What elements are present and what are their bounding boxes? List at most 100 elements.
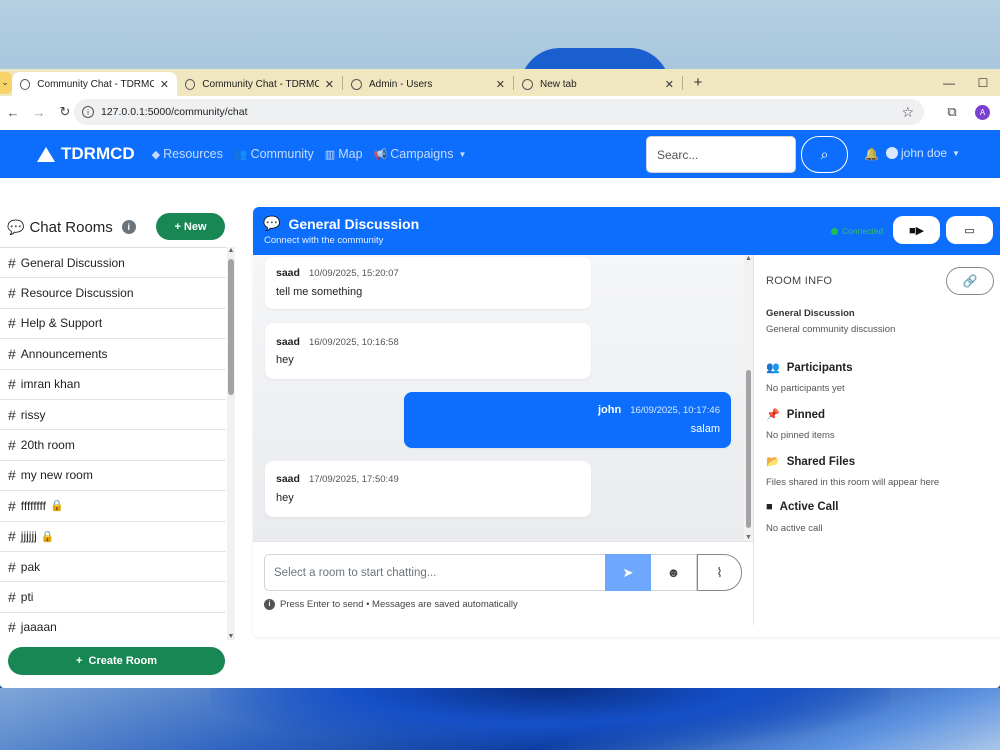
close-tab-icon[interactable]: ✕ — [490, 78, 505, 91]
nav-link-map[interactable]: ▥ Map — [325, 147, 363, 161]
send-button[interactable]: ➤ — [605, 554, 651, 591]
sidebar-room-item[interactable]: #20th room — [0, 430, 226, 461]
composer-hint: i Press Enter to send • Messages are sav… — [264, 599, 518, 610]
sidebar-title: Chat Rooms — [29, 218, 113, 236]
create-room-button[interactable]: + Create Room — [8, 647, 225, 675]
emoji-button[interactable]: ☻ — [651, 554, 697, 591]
sidebar-room-item[interactable]: # rissy — [0, 400, 226, 431]
brand-logo[interactable]: TDRMCD — [37, 144, 135, 164]
search-input[interactable]: Searc... — [646, 136, 796, 173]
back-arrow-icon[interactable]: ← — [0, 105, 26, 120]
maximize-icon[interactable]: ☐ — [966, 76, 1000, 90]
message-item-own: john 16/09/2025, 10:17:46 salam — [404, 392, 731, 448]
forward-arrow-icon[interactable]: → — [26, 105, 52, 120]
room-name: pak — [20, 559, 41, 574]
message-list[interactable]: saad 10/09/2025, 15:20:07 tell me someth… — [253, 255, 745, 541]
tab-search-chevron-icon[interactable]: ⌄ — [0, 71, 12, 94]
scroll-down-icon[interactable]: ▼ — [227, 633, 235, 640]
message-text: tell me something — [276, 286, 363, 298]
attach-file-button[interactable]: ⌇ — [697, 554, 742, 591]
message-item: saad 16/09/2025, 10:16:58 hey — [265, 323, 591, 379]
new-tab-plus-icon[interactable]: + — [687, 72, 709, 94]
room-info-title: ROOM INFO — [766, 275, 833, 287]
pinned-heading: 📌 Pinned — [766, 408, 825, 422]
room-list[interactable]: # General Discussion # Resource Discussion #… — [0, 247, 226, 640]
sidebar-room-item[interactable]: # Resource Discussion — [0, 278, 226, 309]
room-name: jjjjjj — [20, 529, 37, 544]
active-call-value: No active call — [766, 523, 823, 534]
sidebar-room-item[interactable]: # imran khan — [0, 370, 226, 400]
sidebar-room-item[interactable]: # pak — [0, 552, 226, 583]
scroll-up-icon[interactable]: ▲ — [227, 247, 235, 254]
sidebar-room-item[interactable]: # Help & Support — [0, 309, 226, 340]
nav-link-label: Resources — [163, 147, 223, 161]
sidebar-room-item[interactable]: # jaaaan — [0, 613, 226, 640]
hashtag-icon: # — [8, 285, 16, 302]
video-call-button[interactable]: ■▶ — [893, 216, 940, 244]
message-text: hey — [276, 354, 294, 366]
sidebar-room-item[interactable]: # my new room — [0, 461, 226, 492]
participants-heading: 👥 Participants — [766, 361, 853, 375]
sidebar-room-item[interactable]: # Announcements — [0, 339, 226, 370]
sidebar-room-item[interactable]: # pti — [0, 582, 226, 613]
caret-down-icon: ▼ — [458, 149, 467, 159]
message-input[interactable]: Select a room to start chatting... — [264, 554, 605, 591]
sidebar-room-item[interactable]: # ffffffff 🔒 — [0, 491, 226, 522]
close-tab-icon[interactable]: ✕ — [154, 78, 169, 91]
section-label: Shared Files — [786, 455, 856, 468]
video-icon: ■ — [766, 501, 773, 513]
room-name: 20th room — [20, 438, 75, 453]
close-tab-icon[interactable]: ✕ — [319, 78, 334, 91]
bell-icon[interactable]: 🔔 — [864, 147, 879, 161]
url-bar[interactable]: i 127.0.0.1:5000/community/chat ☆ — [74, 99, 924, 125]
nav-link-resources[interactable]: ◆ Resources — [152, 147, 223, 161]
user-menu[interactable]: john doe ▼ — [886, 146, 960, 160]
search-button[interactable]: ⌕ — [801, 136, 848, 173]
browser-tab-0[interactable]: Community Chat - TDRMCD ✕ — [12, 72, 177, 96]
minimize-icon[interactable]: — — [932, 76, 966, 90]
close-tab-icon[interactable]: ✕ — [659, 78, 674, 91]
info-icon[interactable]: i — [121, 220, 136, 234]
browser-tab-3[interactable]: New tab ✕ — [514, 72, 682, 96]
status-dot-icon — [831, 227, 838, 235]
nav-link-campaigns[interactable]: 📢 Campaigns ▼ — [374, 147, 467, 161]
site-info-icon[interactable]: i — [82, 106, 94, 118]
browser-tab-1[interactable]: Community Chat - TDRMCD ✕ — [177, 72, 342, 96]
room-name: General Discussion — [766, 308, 855, 319]
thumbtack-icon: 📌 — [766, 409, 780, 421]
room-list-scrollbar[interactable]: ▲ ▼ — [227, 247, 235, 640]
message-list-scrollbar[interactable]: ▲ ▼ — [744, 255, 753, 541]
link-icon: 🔗 — [962, 274, 978, 288]
globe-icon — [185, 78, 196, 90]
extensions-puzzle-icon[interactable]: ⧉ — [937, 104, 967, 120]
map-icon: ▥ — [324, 148, 336, 161]
hashtag-icon: # — [8, 376, 16, 393]
profile-avatar[interactable]: A — [975, 104, 990, 120]
scroll-thumb[interactable] — [746, 370, 751, 528]
sidebar-room-item[interactable]: # General Discussion — [0, 248, 226, 279]
scroll-up-icon[interactable]: ▲ — [744, 255, 753, 262]
bookmark-star-icon[interactable]: ☆ — [901, 104, 914, 121]
copy-link-button[interactable]: 🔗 — [946, 267, 994, 295]
search-placeholder: Searc... — [657, 147, 699, 162]
message-item: saad 17/09/2025, 17:50:49 hey — [265, 461, 591, 517]
browser-tab-2[interactable]: Admin - Users ✕ — [343, 72, 513, 96]
hashtag-icon: # — [8, 467, 16, 484]
sidebar-room-item[interactable]: # jjjjjj 🔒 — [0, 522, 226, 552]
new-room-button[interactable]: + New — [156, 213, 225, 240]
hashtag-icon: # — [8, 588, 16, 605]
scroll-down-icon[interactable]: ▼ — [744, 534, 753, 541]
paperclip-icon: ⌇ — [716, 564, 723, 580]
smile-icon: ☻ — [666, 565, 681, 580]
nav-link-community[interactable]: 👥 Community — [234, 147, 314, 161]
caret-down-icon: ▼ — [952, 148, 960, 158]
screen-share-button[interactable]: ▭ — [946, 216, 993, 244]
hashtag-icon: # — [8, 437, 16, 454]
scroll-thumb[interactable] — [228, 259, 234, 395]
room-description: General community discussion — [766, 324, 896, 335]
info-circle-icon: i — [264, 599, 275, 610]
message-author: saad — [276, 473, 300, 485]
folder-open-icon: 📂 — [766, 456, 780, 468]
comments-icon: 💬 — [7, 218, 25, 235]
nav-links: ◆ Resources 👥 Community ▥ Map 📢 Campaign… — [152, 147, 478, 161]
